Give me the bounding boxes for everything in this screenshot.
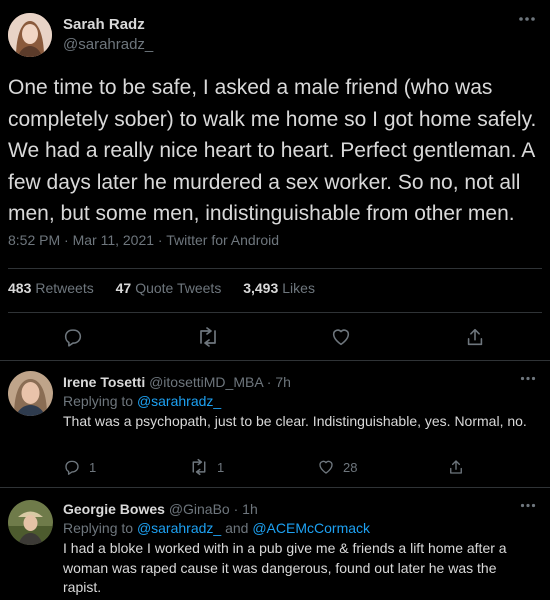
more-icon[interactable] — [520, 503, 536, 508]
more-icon[interactable] — [520, 376, 536, 381]
tweet-actions — [0, 322, 550, 352]
reply-handle-time[interactable]: @itosettiMD_MBA · 7h — [149, 374, 291, 390]
reply-icon[interactable] — [62, 326, 84, 348]
divider — [8, 312, 542, 313]
reply-author-name[interactable]: Georgie Bowes — [63, 501, 165, 517]
quotes-stat[interactable]: 47 Quote Tweets — [116, 280, 222, 296]
reply-avatar[interactable] — [8, 500, 53, 545]
replying-to: Replying to @sarahradz_ — [63, 393, 221, 409]
replying-to-link-2[interactable]: @ACEMcCormack — [252, 520, 370, 536]
quotes-count: 47 — [115, 280, 132, 296]
author-handle[interactable]: @sarahradz_ — [63, 36, 153, 53]
reply-tweet[interactable]: Irene Tosetti @itosettiMD_MBA · 7h Reply… — [0, 361, 550, 486]
retweets-count: 483 — [8, 280, 32, 296]
retweet-count: 1 — [217, 459, 225, 475]
like-count: 28 — [343, 459, 358, 475]
likes-count: 3,493 — [243, 280, 279, 296]
reply-avatar[interactable] — [8, 371, 53, 416]
tweet-timestamp[interactable]: 8:52 PM · Mar 11, 2021 · Twitter for And… — [8, 232, 279, 248]
tweet-stats: 483 Retweets 47 Quote Tweets 3,493 Likes — [8, 280, 333, 296]
tweet-text: One time to be safe, I asked a male frie… — [8, 76, 537, 225]
retweet-icon[interactable] — [196, 326, 220, 348]
more-icon[interactable] — [518, 16, 536, 22]
likes-label: Likes — [282, 280, 315, 296]
reply-count: 1 — [89, 459, 97, 475]
share-action[interactable] — [447, 458, 465, 476]
retweet-icon — [189, 458, 209, 476]
quotes-label: Quote Tweets — [135, 280, 222, 296]
retweets-stat[interactable]: 483 Retweets — [8, 280, 94, 296]
like-icon[interactable] — [330, 326, 352, 348]
reply-text: I had a bloke I worked with in a pub giv… — [63, 540, 507, 595]
reply-icon — [63, 458, 81, 476]
reply-actions: 1 1 28 — [63, 458, 483, 478]
reply-tweet[interactable]: Georgie Bowes @GinaBo · 1h Replying to @… — [0, 488, 550, 600]
like-action[interactable]: 28 — [317, 458, 357, 476]
reply-text: That was a psychopath, just to be clear.… — [63, 413, 527, 429]
divider — [8, 268, 542, 269]
retweets-label: Retweets — [35, 280, 94, 296]
replying-to-link[interactable]: @sarahradz_ — [137, 393, 221, 409]
replying-to: Replying to @sarahradz_ and @ACEMcCormac… — [63, 520, 370, 536]
likes-stat[interactable]: 3,493 Likes — [243, 280, 315, 296]
reply-header: Irene Tosetti @itosettiMD_MBA · 7h — [63, 374, 291, 390]
replying-to-prefix: Replying to — [63, 520, 137, 536]
replying-to-link[interactable]: @sarahradz_ — [137, 520, 221, 536]
author-name[interactable]: Sarah Radz — [63, 16, 145, 33]
like-icon — [317, 458, 335, 476]
reply-header: Georgie Bowes @GinaBo · 1h — [63, 501, 258, 517]
share-icon — [447, 458, 465, 476]
replying-to-prefix: Replying to — [63, 393, 137, 409]
share-icon[interactable] — [464, 326, 486, 348]
reply-author-name[interactable]: Irene Tosetti — [63, 374, 145, 390]
reply-handle-time[interactable]: @GinaBo · 1h — [169, 501, 258, 517]
replying-to-and: and — [221, 520, 253, 536]
reply-action[interactable]: 1 — [63, 458, 96, 476]
retweet-action[interactable]: 1 — [189, 458, 224, 476]
author-avatar[interactable] — [8, 13, 52, 57]
